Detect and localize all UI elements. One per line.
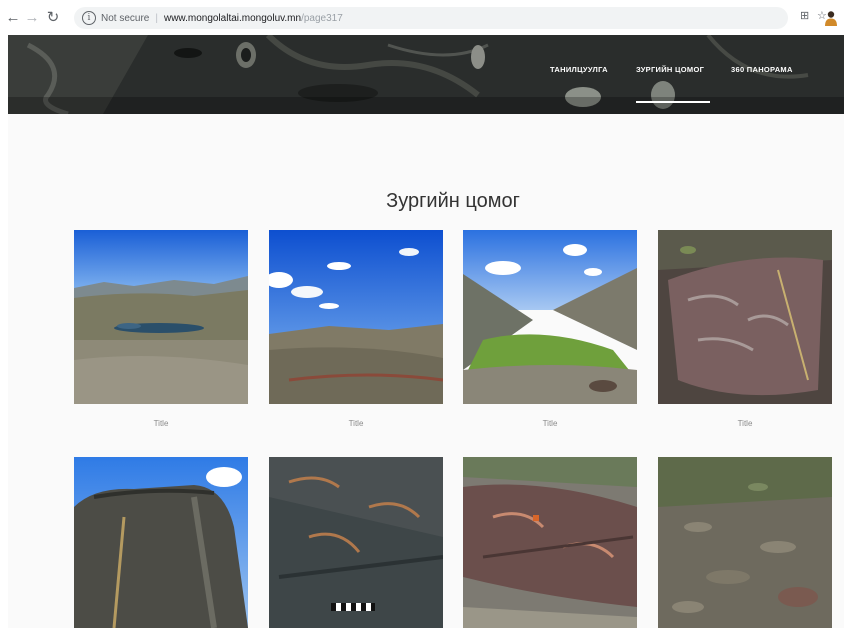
gallery-photo-2[interactable] [269,230,443,404]
gallery-photo-3[interactable] [463,230,637,404]
url-path: /page317 [301,12,343,24]
photo-caption: Title [542,419,558,428]
translate-icon[interactable]: ⊞ [800,9,809,22]
info-icon[interactable]: i [82,11,96,25]
active-nav-underline [636,101,710,103]
nav-item-gallery[interactable]: ЗУРГИЙН ЦОМОГ [636,65,704,74]
address-divider: | [155,12,158,24]
site-header: ТАНИЛЦУУЛГА ЗУРГИЙН ЦОМОГ 360 ПАНОРАМА [8,35,844,114]
browser-toolbar: ← → ↻ i Not secure | www.mongolaltai.mon… [0,0,844,35]
profile-avatar-icon[interactable] [824,10,838,26]
back-icon[interactable]: ← [4,9,22,27]
photo-caption: Title [153,419,169,428]
header-rock-texture [8,35,844,114]
gallery-photo-1[interactable] [74,230,248,404]
photo-caption: Title [737,419,753,428]
security-label: Not secure [101,12,150,24]
address-bar[interactable]: i Not secure | www.mongolaltai.mongoluv.… [74,7,788,29]
gallery-page: Зургийн цомог Title Title Title Title [8,114,844,628]
gallery-photo-5[interactable] [74,457,248,628]
reload-icon[interactable]: ↻ [44,9,62,27]
forward-icon[interactable]: → [23,9,41,27]
url-host: www.mongolaltai.mongoluv.mn [163,12,302,24]
nav-item-intro[interactable]: ТАНИЛЦУУЛГА [550,65,608,74]
nav-item-panorama[interactable]: 360 ПАНОРАМА [731,65,793,74]
gallery-photo-4[interactable] [658,230,832,404]
page-title: Зургийн цомог [386,190,520,212]
gallery-photo-8[interactable] [658,457,832,628]
photo-caption: Title [348,419,364,428]
gallery-photo-7[interactable] [463,457,637,628]
gallery-photo-6[interactable] [269,457,443,628]
